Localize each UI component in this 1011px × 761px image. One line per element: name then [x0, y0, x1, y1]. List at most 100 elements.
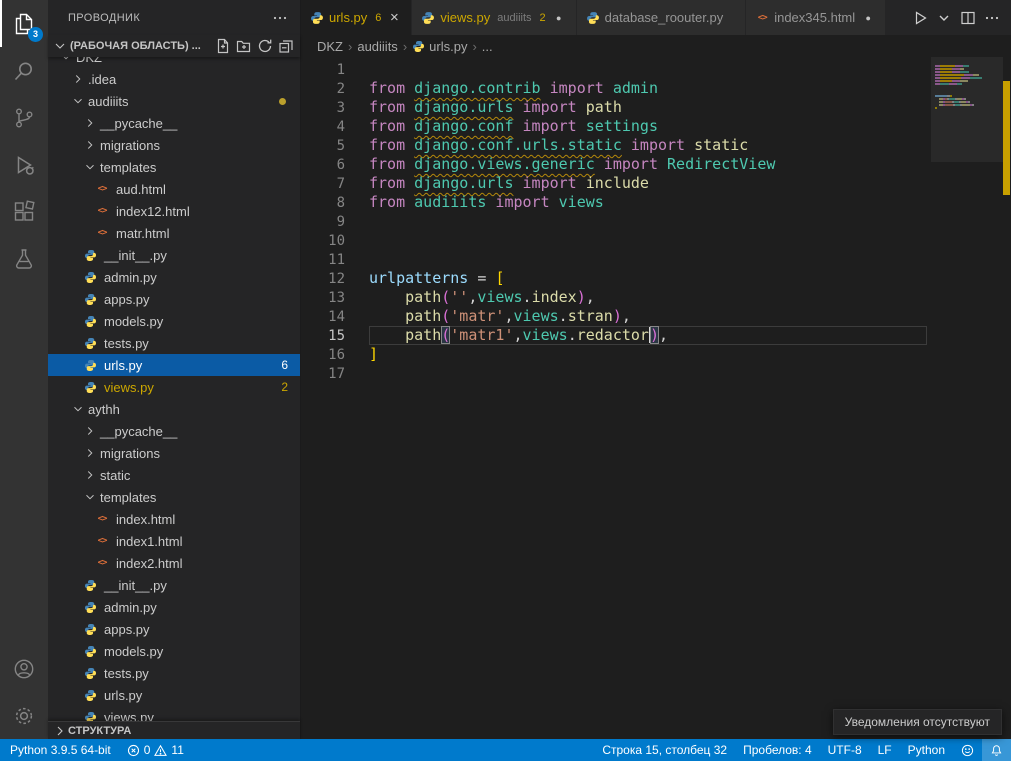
breadcrumb-urls-py[interactable]: urls.py — [412, 39, 467, 54]
code-line-7: 7from django.urls import include — [301, 174, 927, 193]
line-number[interactable]: 16 — [301, 347, 369, 363]
tree-item-models-py[interactable]: models.py — [48, 310, 300, 332]
line-number[interactable]: 13 — [301, 290, 369, 306]
tab-database-roouter-py[interactable]: database_roouter.py — [577, 0, 747, 35]
editor-more-actions-button[interactable] — [983, 9, 1001, 27]
tree-item-aud-html[interactable]: <>aud.html — [48, 178, 300, 200]
tree-item-admin-py[interactable]: admin.py — [48, 266, 300, 288]
tree-item-label: models.py — [104, 644, 163, 659]
tree-item-label: apps.py — [104, 622, 150, 637]
tree-item-apps-py[interactable]: apps.py — [48, 618, 300, 640]
code-editor[interactable]: 12from django.contrib import admin3from … — [301, 57, 1011, 739]
more-actions-icon — [272, 10, 288, 26]
refresh-explorer-button[interactable] — [257, 38, 273, 54]
tree-item-views-py[interactable]: views.py2 — [48, 376, 300, 398]
status-language-mode[interactable]: Python — [900, 739, 953, 761]
workspace-section-header[interactable]: (РАБОЧАЯ ОБЛАСТЬ) ... — [48, 35, 300, 57]
close-tab-button[interactable]: × — [386, 9, 402, 26]
tab-urls-py[interactable]: urls.py6× — [301, 0, 412, 35]
tree-item-init-py[interactable]: __init__.py — [48, 574, 300, 596]
tree-item-tests-py[interactable]: tests.py — [48, 662, 300, 684]
tree-item-tests-py[interactable]: tests.py — [48, 332, 300, 354]
tree-item-apps-py[interactable]: apps.py — [48, 288, 300, 310]
sidebar-title-text: ПРОВОДНИК — [68, 12, 140, 24]
code-line-13: 13 path('',views.index), — [301, 288, 927, 307]
line-number[interactable]: 15 — [301, 328, 369, 344]
status-indentation[interactable]: Пробелов: 4 — [735, 739, 820, 761]
tree-item-index1-html[interactable]: <>index1.html — [48, 530, 300, 552]
run-python-file-button[interactable] — [911, 9, 929, 27]
breadcrumb-audiiits[interactable]: audiiits — [357, 39, 397, 54]
new-folder-button[interactable] — [236, 38, 252, 54]
line-number[interactable]: 10 — [301, 233, 369, 249]
tree-item-migrations[interactable]: migrations — [48, 134, 300, 156]
activity-bar-run-and-debug[interactable] — [0, 141, 48, 188]
tab-index345-html[interactable]: <>index345.html● — [746, 0, 886, 35]
tree-item-urls-py[interactable]: urls.py6 — [48, 354, 300, 376]
tree-item-static[interactable]: static — [48, 464, 300, 486]
activity-bar-accounts[interactable] — [0, 645, 48, 692]
line-number[interactable]: 11 — [301, 252, 369, 268]
tree-item-index-html[interactable]: <>index.html — [48, 508, 300, 530]
line-number[interactable]: 17 — [301, 366, 369, 382]
line-number[interactable]: 4 — [301, 119, 369, 135]
new-file-button[interactable] — [215, 38, 231, 54]
line-number[interactable]: 2 — [301, 81, 369, 97]
activity-bar-explorer[interactable]: 3 — [0, 0, 48, 47]
tree-item-urls-py[interactable]: urls.py — [48, 684, 300, 706]
tree-item-migrations[interactable]: migrations — [48, 442, 300, 464]
outline-section-header[interactable]: СТРУКТУРА — [48, 721, 300, 739]
tree-item-aythh[interactable]: aythh — [48, 398, 300, 420]
status-python-interpreter[interactable]: Python 3.9.5 64-bit — [2, 739, 119, 761]
tree-item-pycache[interactable]: __pycache__ — [48, 112, 300, 134]
line-number[interactable]: 9 — [301, 214, 369, 230]
status-problems[interactable]: 011 — [119, 739, 192, 761]
tree-item-dkz[interactable]: DKZ — [48, 57, 300, 68]
status-feedback[interactable] — [953, 739, 982, 761]
line-content — [369, 60, 927, 79]
line-number[interactable]: 5 — [301, 138, 369, 154]
tree-item-admin-py[interactable]: admin.py — [48, 596, 300, 618]
collapse-folders-button[interactable] — [278, 38, 294, 54]
breadcrumb-symbols[interactable]: ... — [482, 39, 493, 54]
status-cursor-position[interactable]: Строка 15, столбец 32 — [594, 739, 735, 761]
tree-item-init-py[interactable]: __init__.py — [48, 244, 300, 266]
tree-item-idea[interactable]: .idea — [48, 68, 300, 90]
breadcrumb-dkz[interactable]: DKZ — [317, 39, 343, 54]
line-number[interactable]: 8 — [301, 195, 369, 211]
run-dropdown-button[interactable] — [935, 9, 953, 27]
split-editor-button[interactable] — [959, 9, 977, 27]
tab-views-py[interactable]: views.pyaudiiits2● — [412, 0, 576, 35]
activity-bar-manage[interactable] — [0, 692, 48, 739]
status-encoding[interactable]: UTF-8 — [820, 739, 870, 761]
tree-item-templates[interactable]: templates — [48, 156, 300, 178]
line-number[interactable]: 14 — [301, 309, 369, 325]
tree-item-index12-html[interactable]: <>index12.html — [48, 200, 300, 222]
breadcrumb-separator-icon: › — [346, 39, 354, 54]
vscode-window: 3 ПРОВОДНИК (РАБОЧАЯ ОБЛАСТЬ) ... DKZ.id… — [0, 0, 1011, 761]
line-number[interactable]: 12 — [301, 271, 369, 287]
feedback-icon — [961, 744, 974, 757]
line-number[interactable]: 7 — [301, 176, 369, 192]
line-number[interactable]: 1 — [301, 62, 369, 78]
line-number[interactable]: 6 — [301, 157, 369, 173]
tree-item-models-py[interactable]: models.py — [48, 640, 300, 662]
activity-bar-testing[interactable] — [0, 235, 48, 282]
notification-toast[interactable]: Уведомления отсутствуют — [833, 709, 1002, 735]
tree-item-views-py[interactable]: views.py — [48, 706, 300, 721]
activity-bar-source-control[interactable] — [0, 94, 48, 141]
explorer-more-actions-button[interactable] — [270, 8, 290, 28]
line-number[interactable]: 3 — [301, 100, 369, 116]
activity-bar-search[interactable] — [0, 47, 48, 94]
tree-item-index2-html[interactable]: <>index2.html — [48, 552, 300, 574]
status-eol[interactable]: LF — [870, 739, 900, 761]
activity-bar-extensions[interactable] — [0, 188, 48, 235]
minimap[interactable] — [935, 61, 997, 112]
tree-item-matr-html[interactable]: <>matr.html — [48, 222, 300, 244]
python-file-icon — [82, 269, 98, 285]
python-file-icon — [82, 379, 98, 395]
tree-item-pycache[interactable]: __pycache__ — [48, 420, 300, 442]
tree-item-templates[interactable]: templates — [48, 486, 300, 508]
tree-item-audiiits[interactable]: audiiits — [48, 90, 300, 112]
status-notifications[interactable] — [982, 739, 1011, 761]
